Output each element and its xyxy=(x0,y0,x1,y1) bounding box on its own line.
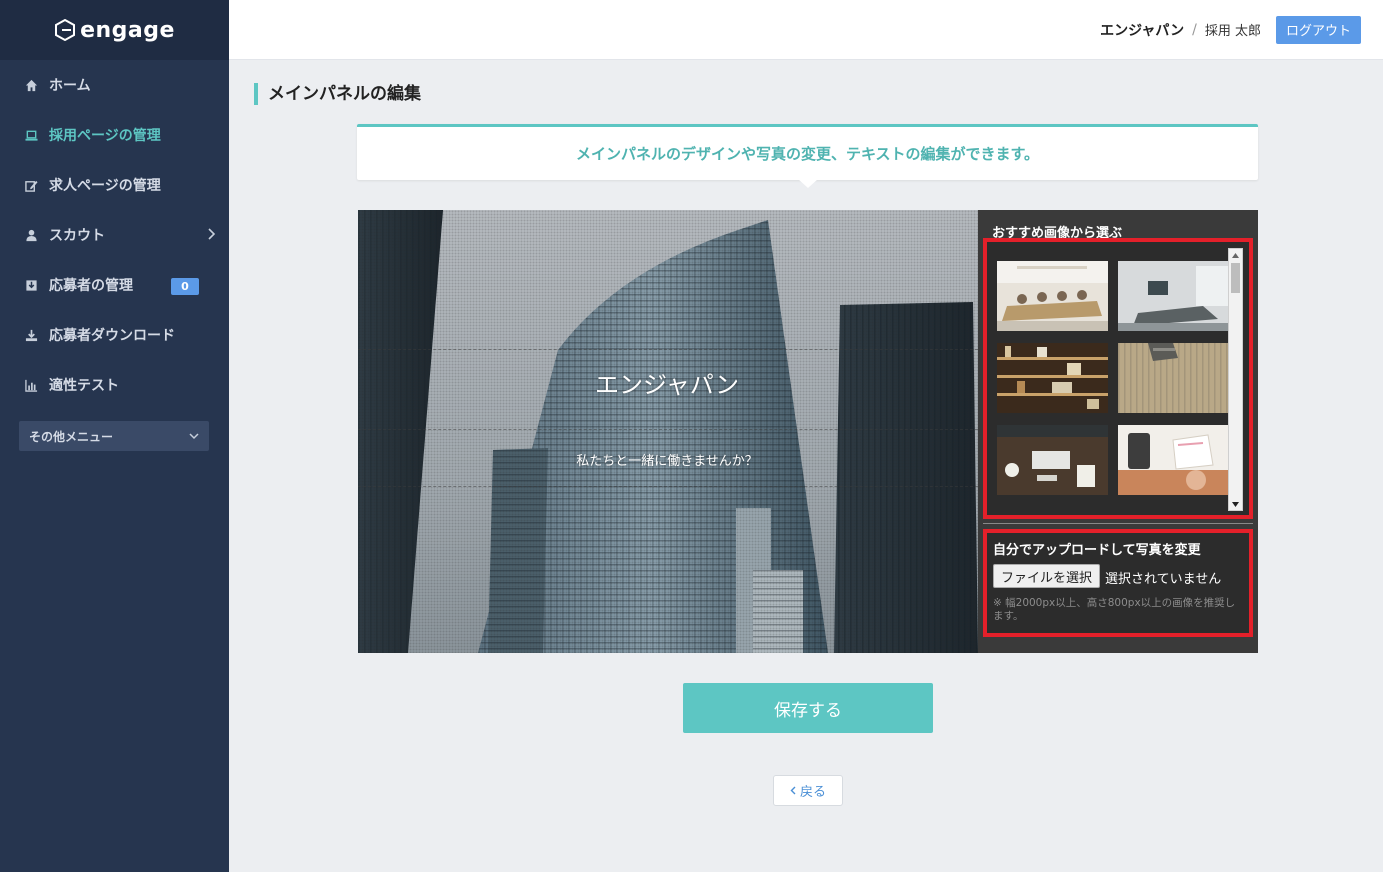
thumbnail-phone-sketch[interactable] xyxy=(1118,425,1229,495)
sidebar-item-label: スカウト xyxy=(49,228,105,244)
page-title: メインパネルの編集 xyxy=(254,83,421,105)
thumbnail-conference-room[interactable] xyxy=(1118,261,1229,331)
dashed-guide-line xyxy=(358,349,978,350)
scroll-up-icon[interactable] xyxy=(1229,249,1242,261)
sidebar-item-label: 採用ページの管理 xyxy=(49,128,161,144)
logout-button[interactable]: ログアウト xyxy=(1275,15,1361,44)
logo-text: engage xyxy=(80,17,175,43)
header-separator: / xyxy=(1192,21,1197,38)
edit-icon xyxy=(24,178,38,192)
other-menu-dropdown[interactable]: その他メニュー xyxy=(19,421,209,451)
laptop-icon xyxy=(24,128,38,142)
sidebar-item-scout[interactable]: スカウト xyxy=(0,210,229,260)
sidebar-item-applicants[interactable]: 応募者の管理 0 xyxy=(0,260,229,310)
thumbnail-meeting-room[interactable] xyxy=(997,261,1108,331)
applicant-count-badge: 0 xyxy=(171,278,199,295)
scroll-down-icon[interactable] xyxy=(1229,498,1242,510)
sidebar-nav: ホーム 採用ページの管理 求人ページの管理 スカウト 応募者の管理 0 応募者ダ… xyxy=(0,60,229,410)
sidebar-item-home[interactable]: ホーム xyxy=(0,60,229,110)
logo-bar: engage xyxy=(0,0,229,60)
save-button[interactable]: 保存する xyxy=(683,683,933,733)
info-callout-tail xyxy=(798,179,818,188)
user-name: 採用 太郎 xyxy=(1204,24,1261,39)
sidebar: engage ホーム 採用ページの管理 求人ページの管理 スカウト 応募者の管理… xyxy=(0,0,229,872)
sidebar-item-recruit-page[interactable]: 採用ページの管理 xyxy=(0,110,229,160)
choose-file-button[interactable]: ファイルを選択 xyxy=(993,564,1101,588)
upload-size-note: ※ 幅2000px以上、高さ800px以上の画像を推奨します。 xyxy=(993,597,1236,622)
download-box-icon xyxy=(24,278,38,292)
upload-section: 自分でアップロードして写真を変更 ファイルを選択 選択されていません ※ 幅20… xyxy=(983,529,1253,637)
dot-overlay xyxy=(358,210,978,653)
hero-subtitle[interactable]: 私たちと一緒に働きませんか？ xyxy=(358,450,976,469)
info-callout-text: メインパネルのデザインや写真の変更、テキストの編集ができます。 xyxy=(575,145,1040,163)
chevron-right-icon xyxy=(208,228,216,240)
panel-divider xyxy=(983,523,1253,524)
thumbnail-grid xyxy=(997,261,1229,513)
other-menu-label: その他メニュー xyxy=(29,429,114,444)
sidebar-item-label: ホーム xyxy=(49,78,91,94)
company-name: エンジャパン xyxy=(1100,22,1185,39)
recommended-images-box xyxy=(983,238,1253,519)
back-button-label: 戻る xyxy=(799,785,826,800)
dashed-guide-line xyxy=(358,486,978,487)
sidebar-item-applicant-download[interactable]: 応募者ダウンロード xyxy=(0,310,229,360)
thumbnail-bookshelf[interactable] xyxy=(997,343,1108,413)
image-options-panel: おすすめ画像から選ぶ 自分でアップロードして写真を変更 ファイルを選択 選択され… xyxy=(978,210,1258,653)
thumbnail-workspace[interactable] xyxy=(997,425,1108,495)
sidebar-item-label: 適性テスト xyxy=(49,378,119,394)
info-callout: メインパネルのデザインや写真の変更、テキストの編集ができます。 xyxy=(357,124,1258,180)
sidebar-item-label: 求人ページの管理 xyxy=(49,178,161,194)
upload-title: 自分でアップロードして写真を変更 xyxy=(993,543,1201,558)
thumbnail-scrollbar[interactable] xyxy=(1228,248,1243,511)
hero-title[interactable]: エンジャパン xyxy=(358,365,976,400)
file-status-text: 選択されていません xyxy=(1105,572,1222,587)
sidebar-item-aptitude-test[interactable]: 適性テスト xyxy=(0,360,229,410)
user-icon xyxy=(24,228,38,242)
back-button[interactable]: 戻る xyxy=(773,775,843,806)
chevron-down-icon xyxy=(189,433,199,440)
sidebar-item-label: 応募者ダウンロード xyxy=(49,328,175,344)
download-icon xyxy=(24,328,38,342)
engage-logo[interactable]: engage xyxy=(54,18,175,43)
sidebar-item-label: 応募者の管理 xyxy=(49,278,133,294)
home-icon xyxy=(24,78,38,92)
bar-chart-icon xyxy=(24,378,38,392)
main-panel-preview[interactable]: エンジャパン 私たちと一緒に働きませんか？ xyxy=(358,210,978,653)
thumbnail-wood-desk[interactable] xyxy=(1118,343,1229,413)
engage-logo-mark-icon xyxy=(55,19,76,41)
chevron-left-icon xyxy=(790,786,796,795)
top-header: エンジャパン / 採用 太郎 ログアウト xyxy=(229,0,1383,60)
sidebar-item-job-page[interactable]: 求人ページの管理 xyxy=(0,160,229,210)
dashed-guide-line xyxy=(358,429,978,430)
scrollbar-thumb[interactable] xyxy=(1231,263,1240,293)
